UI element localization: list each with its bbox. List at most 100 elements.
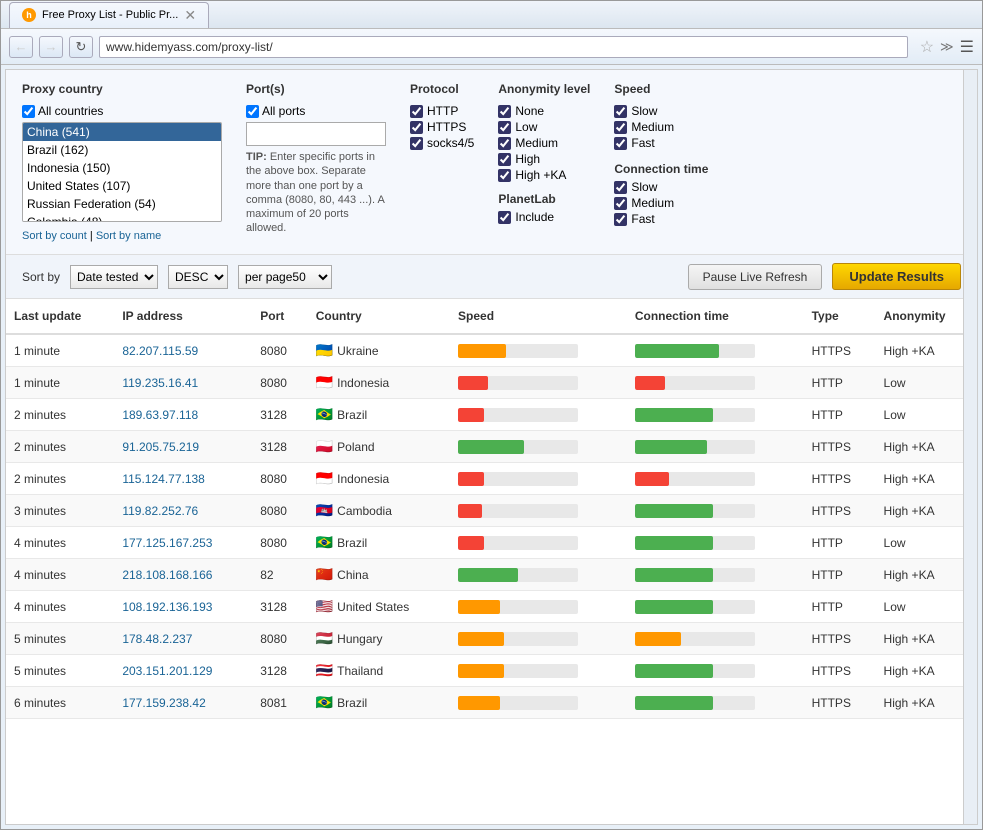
ip-link[interactable]: 119.82.252.76 [122, 504, 198, 518]
ip-link[interactable]: 189.63.97.118 [122, 408, 198, 422]
ip-link[interactable]: 218.108.168.166 [122, 568, 212, 582]
scrollbar[interactable] [963, 70, 977, 824]
table-row: 2 minutes 91.205.75.219 3128 🇵🇱Poland HT… [6, 431, 977, 463]
cell-country: 🇨🇳China [308, 559, 450, 591]
conn-fast-checkbox[interactable] [614, 213, 627, 226]
address-text: www.hidemyass.com/proxy-list/ [106, 40, 273, 54]
cell-anonymity: High +KA [876, 431, 977, 463]
ip-link[interactable]: 108.192.136.193 [122, 600, 212, 614]
cell-ip[interactable]: 177.159.238.42 [114, 687, 252, 719]
conn-slow-checkbox[interactable] [614, 181, 627, 194]
cell-anonymity: High +KA [876, 334, 977, 367]
bookmark-icon[interactable]: ☆ [920, 37, 934, 57]
speed-label: Speed [614, 82, 708, 96]
reload-button[interactable]: ↻ [69, 36, 93, 58]
cell-last-update: 2 minutes [6, 399, 114, 431]
country-list[interactable]: China (541) Brazil (162) Indonesia (150)… [22, 122, 222, 222]
conn-slow-item: Slow [614, 180, 708, 194]
speed-bar-container [458, 664, 578, 678]
cell-port: 8080 [252, 623, 308, 655]
anon-high-checkbox[interactable] [498, 153, 511, 166]
speed-bar-container [458, 696, 578, 710]
conn-medium-checkbox[interactable] [614, 197, 627, 210]
cell-ip[interactable]: 189.63.97.118 [114, 399, 252, 431]
menu-icon[interactable]: ☰ [960, 37, 974, 57]
cell-port: 8081 [252, 687, 308, 719]
sort-by-count-link[interactable]: Sort by count [22, 230, 87, 242]
ip-link[interactable]: 119.235.16.41 [122, 376, 198, 390]
cell-ip[interactable]: 115.124.77.138 [114, 463, 252, 495]
forward-button[interactable]: → [39, 36, 63, 58]
speed-slow-checkbox[interactable] [614, 105, 627, 118]
cell-ip[interactable]: 108.192.136.193 [114, 591, 252, 623]
country-flag: 🇮🇩 [316, 470, 333, 486]
conn-bar-fill [635, 440, 707, 454]
table-row: 5 minutes 203.151.201.129 3128 🇹🇭Thailan… [6, 655, 977, 687]
ip-link[interactable]: 203.151.201.129 [122, 664, 212, 678]
sort-order-select[interactable]: DESC ASC [168, 265, 228, 289]
conn-fast-label: Fast [631, 212, 654, 226]
cell-country: 🇮🇩Indonesia [308, 463, 450, 495]
sort-by-name-link[interactable]: Sort by name [96, 230, 161, 242]
cell-last-update: 5 minutes [6, 655, 114, 687]
cell-ip[interactable]: 203.151.201.129 [114, 655, 252, 687]
ip-link[interactable]: 91.205.75.219 [122, 440, 199, 454]
cell-type: HTTPS [804, 623, 876, 655]
sort-field-select[interactable]: Date tested [70, 265, 158, 289]
cell-conn-time [627, 655, 804, 687]
ip-link[interactable]: 178.48.2.237 [122, 632, 192, 646]
speed-bar-container [458, 632, 578, 646]
back-button[interactable]: ← [9, 36, 33, 58]
col-country: Country [308, 299, 450, 334]
anon-medium-checkbox[interactable] [498, 137, 511, 150]
country-option-china: China (541) [23, 123, 221, 141]
anon-none-checkbox[interactable] [498, 105, 511, 118]
anon-low-checkbox[interactable] [498, 121, 511, 134]
cell-country: 🇵🇱Poland [308, 431, 450, 463]
cell-speed [450, 687, 627, 719]
cell-ip[interactable]: 218.108.168.166 [114, 559, 252, 591]
update-results-button[interactable]: Update Results [832, 263, 961, 290]
port-input[interactable] [246, 122, 386, 146]
table-row: 3 minutes 119.82.252.76 8080 🇰🇭Cambodia … [6, 495, 977, 527]
speed-bar-fill [458, 536, 484, 550]
speed-medium-checkbox[interactable] [614, 121, 627, 134]
browser-tab[interactable]: h Free Proxy List - Public Pr... ✕ [9, 2, 209, 28]
cell-conn-time [627, 367, 804, 399]
cell-speed [450, 655, 627, 687]
speed-medium-label: Medium [631, 120, 674, 134]
speed-fast-checkbox[interactable] [614, 137, 627, 150]
all-countries-checkbox[interactable] [22, 105, 35, 118]
cell-ip[interactable]: 119.82.252.76 [114, 495, 252, 527]
cell-ip[interactable]: 119.235.16.41 [114, 367, 252, 399]
planetlab-checkbox[interactable] [498, 211, 511, 224]
http-checkbox[interactable] [410, 105, 423, 118]
table-row: 2 minutes 115.124.77.138 8080 🇮🇩Indonesi… [6, 463, 977, 495]
anon-high-item: High [498, 152, 590, 166]
ip-link[interactable]: 82.207.115.59 [122, 344, 198, 358]
https-checkbox[interactable] [410, 121, 423, 134]
tab-close-button[interactable]: ✕ [184, 7, 196, 24]
cell-ip[interactable]: 178.48.2.237 [114, 623, 252, 655]
per-page-select[interactable]: per page50 per page30 per page100 [238, 265, 332, 289]
https-label: HTTPS [427, 120, 466, 134]
ip-link[interactable]: 177.125.167.253 [122, 536, 212, 550]
anon-medium-label: Medium [515, 136, 558, 150]
all-ports-checkbox[interactable] [246, 105, 259, 118]
extensions-icon[interactable]: ≫ [940, 39, 954, 55]
socks-checkbox[interactable] [410, 137, 423, 150]
anon-highka-checkbox[interactable] [498, 169, 511, 182]
proxy-table: Last update IP address Port Country Spee… [6, 299, 977, 719]
pause-live-refresh-button[interactable]: Pause Live Refresh [688, 264, 823, 290]
cell-ip[interactable]: 82.207.115.59 [114, 334, 252, 367]
speed-medium-item: Medium [614, 120, 708, 134]
address-bar[interactable]: www.hidemyass.com/proxy-list/ [99, 36, 908, 58]
cell-conn-time [627, 399, 804, 431]
conn-bar-container [635, 376, 755, 390]
cell-ip[interactable]: 91.205.75.219 [114, 431, 252, 463]
cell-ip[interactable]: 177.125.167.253 [114, 527, 252, 559]
ip-link[interactable]: 177.159.238.42 [122, 696, 205, 710]
ip-link[interactable]: 115.124.77.138 [122, 472, 205, 486]
country-option-russia: Russian Federation (54) [23, 195, 221, 213]
col-last-update: Last update [6, 299, 114, 334]
